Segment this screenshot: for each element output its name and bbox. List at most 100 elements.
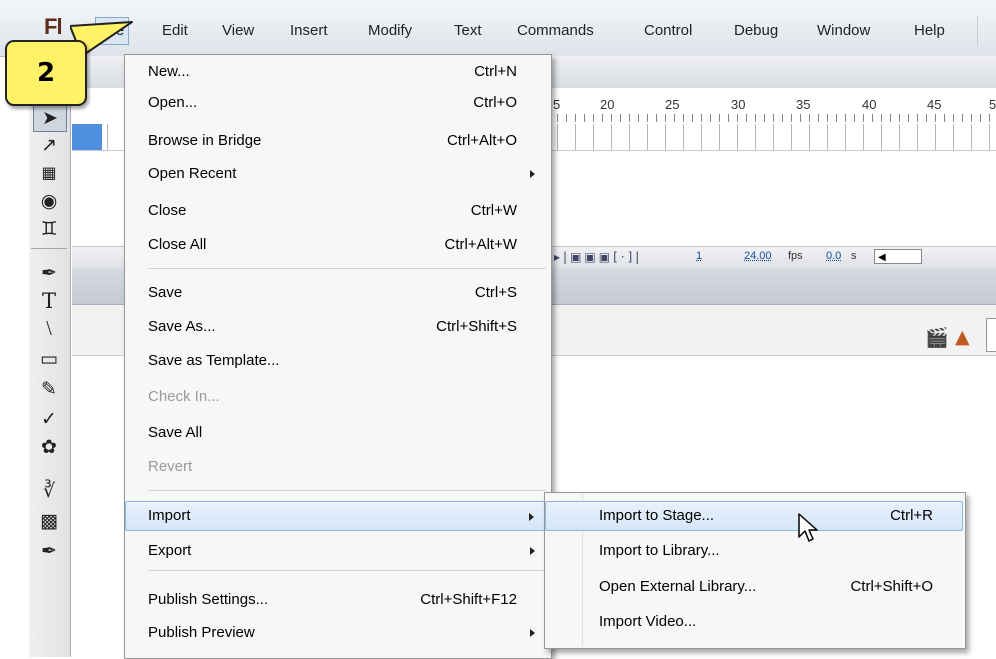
- menu-item-shortcut: Ctrl+W: [470, 202, 517, 219]
- app-logo: Fl: [44, 14, 63, 39]
- menu-item-open-recent[interactable]: Open Recent: [125, 159, 549, 189]
- elapsed-time[interactable]: 0.0: [826, 250, 841, 262]
- menu-item-label: Publish Settings...: [148, 591, 269, 608]
- ruler-number: 25: [665, 97, 680, 112]
- submenu-arrow-icon: [530, 547, 535, 555]
- ruler-ticks: [548, 114, 996, 122]
- menu-item-label: Open Recent: [148, 165, 237, 182]
- menu-separator: [977, 16, 978, 46]
- menu-item-export[interactable]: Export: [125, 536, 549, 566]
- ruler-number: 5: [989, 97, 996, 112]
- menu-insert[interactable]: Insert: [286, 19, 332, 43]
- submenu-arrow-icon: [530, 170, 535, 178]
- menu-item-save[interactable]: Save Ctrl+S: [125, 278, 549, 308]
- selection-tool-icon[interactable]: ➤: [33, 104, 67, 132]
- menu-debug[interactable]: Debug: [730, 19, 782, 43]
- menu-item-label: Export: [148, 542, 192, 559]
- menu-item-label: Check In...: [148, 388, 220, 405]
- step-callout: 2: [5, 40, 87, 106]
- menu-item-label: Save as Template...: [148, 352, 280, 369]
- menu-item-label: Browse in Bridge: [148, 132, 262, 149]
- menu-item-open-external-library[interactable]: Open External Library... Ctrl+Shift+O: [545, 572, 963, 602]
- elapsed-unit: s: [851, 250, 857, 262]
- ruler-number: 45: [927, 97, 942, 112]
- menu-item-close[interactable]: Close Ctrl+W: [125, 196, 549, 226]
- ruler-number: 40: [862, 97, 877, 112]
- menu-item-check-in: Check In...: [125, 382, 549, 412]
- menu-item-close-all[interactable]: Close All Ctrl+Alt+W: [125, 230, 549, 260]
- menu-item-label: Save All: [148, 424, 203, 441]
- zoom-field[interactable]: [986, 318, 996, 352]
- menu-help[interactable]: Help: [910, 19, 949, 43]
- text-tool-icon[interactable]: T: [33, 288, 65, 314]
- menu-item-label: Import Video...: [599, 613, 697, 630]
- menu-item-label: Save As...: [148, 318, 216, 335]
- menu-window[interactable]: Window: [813, 19, 874, 43]
- tool-separator: [31, 248, 67, 249]
- menu-control[interactable]: Control: [640, 19, 696, 43]
- menu-item-shortcut: Ctrl+Shift+F12: [420, 591, 517, 608]
- menu-item-shortcut: Ctrl+Alt+O: [446, 132, 517, 149]
- menu-item-label: Open External Library...: [599, 578, 757, 595]
- menu-item-shortcut: Ctrl+Shift+S: [436, 318, 517, 335]
- menu-item-browse-in-bridge[interactable]: Browse in Bridge Ctrl+Alt+O: [125, 126, 549, 156]
- menu-separator: [148, 268, 546, 269]
- menu-item-label: Import to Stage...: [599, 507, 715, 524]
- menu-modify[interactable]: Modify: [364, 19, 416, 43]
- menu-item-import[interactable]: Import: [125, 501, 549, 531]
- step-number: 2: [36, 58, 56, 88]
- menu-item-import-to-stage[interactable]: Import to Stage... Ctrl+R: [545, 501, 963, 531]
- menu-item-import-video[interactable]: Import Video...: [545, 607, 963, 637]
- menu-item-publish-preview[interactable]: Publish Preview: [125, 618, 549, 648]
- menu-item-label: Import to Library...: [599, 542, 720, 559]
- lasso-tool-icon[interactable]: ♊: [33, 216, 65, 242]
- onion-skin-icons[interactable]: ▸|▣▣▣[·]|: [554, 250, 642, 264]
- menu-item-shortcut: Ctrl+Shift+O: [850, 578, 933, 595]
- menu-item-shortcut: Ctrl+N: [474, 63, 517, 80]
- menu-text[interactable]: Text: [450, 19, 486, 43]
- current-frame[interactable]: 1: [696, 250, 702, 262]
- menu-item-new[interactable]: New... Ctrl+N: [125, 57, 549, 87]
- pen-tool-icon[interactable]: ✒: [33, 260, 65, 286]
- mouse-cursor-icon: [798, 513, 818, 542]
- menu-view[interactable]: View: [218, 19, 258, 43]
- rectangle-tool-icon[interactable]: ▭: [33, 346, 65, 372]
- menu-item-shortcut: Ctrl+O: [473, 94, 517, 111]
- menu-item-label: New...: [148, 63, 190, 80]
- paint-bucket-tool-icon[interactable]: ▩: [33, 508, 65, 534]
- menu-bar: Fl File Edit View Insert Modify Text Com…: [0, 0, 996, 57]
- subselection-tool-icon[interactable]: ↗: [33, 132, 65, 158]
- free-transform-tool-icon[interactable]: ▦: [33, 160, 65, 186]
- menu-item-revert: Revert: [125, 452, 549, 482]
- pencil-tool-icon[interactable]: ✎: [33, 376, 65, 402]
- bone-tool-icon[interactable]: ∛: [33, 478, 65, 504]
- layer-row-selected[interactable]: [72, 124, 102, 150]
- menu-item-label: Publish Preview: [148, 624, 255, 641]
- brush-tool-icon[interactable]: ✓: [33, 406, 65, 432]
- edit-symbol-icon[interactable]: ▲: [955, 326, 970, 348]
- menu-item-open[interactable]: Open... Ctrl+O: [125, 88, 549, 118]
- menu-commands[interactable]: Commands: [513, 19, 598, 43]
- deco-tool-icon[interactable]: ✿: [33, 434, 65, 460]
- menu-item-label: Revert: [148, 458, 193, 475]
- frame-rate[interactable]: 24.00: [744, 250, 772, 262]
- line-tool-icon[interactable]: ⧵: [33, 316, 65, 342]
- menu-item-save-as-template[interactable]: Save as Template...: [125, 346, 549, 376]
- menu-item-import-to-library[interactable]: Import to Library...: [545, 536, 963, 566]
- menu-item-label: Open...: [148, 94, 198, 111]
- submenu-arrow-icon: [529, 513, 534, 521]
- menu-item-save-all[interactable]: Save All: [125, 418, 549, 448]
- submenu-arrow-icon: [530, 629, 535, 637]
- menu-item-shortcut: Ctrl+Alt+W: [444, 236, 517, 253]
- menu-item-save-as[interactable]: Save As... Ctrl+Shift+S: [125, 312, 549, 342]
- menu-item-publish-settings[interactable]: Publish Settings... Ctrl+Shift+F12: [125, 585, 549, 615]
- 3d-rotation-tool-icon[interactable]: ◉: [33, 188, 65, 214]
- eyedropper-tool-icon[interactable]: ✒: [33, 538, 65, 564]
- menu-edit[interactable]: Edit: [158, 19, 192, 43]
- scroll-left-icon[interactable]: ◀: [874, 249, 922, 264]
- menu-separator: [148, 490, 546, 491]
- ruler-number: 30: [731, 97, 746, 112]
- ruler-number: 20: [600, 97, 615, 112]
- edit-scene-icon[interactable]: 🎬: [925, 326, 949, 349]
- menu-item-shortcut: Ctrl+R: [890, 507, 933, 524]
